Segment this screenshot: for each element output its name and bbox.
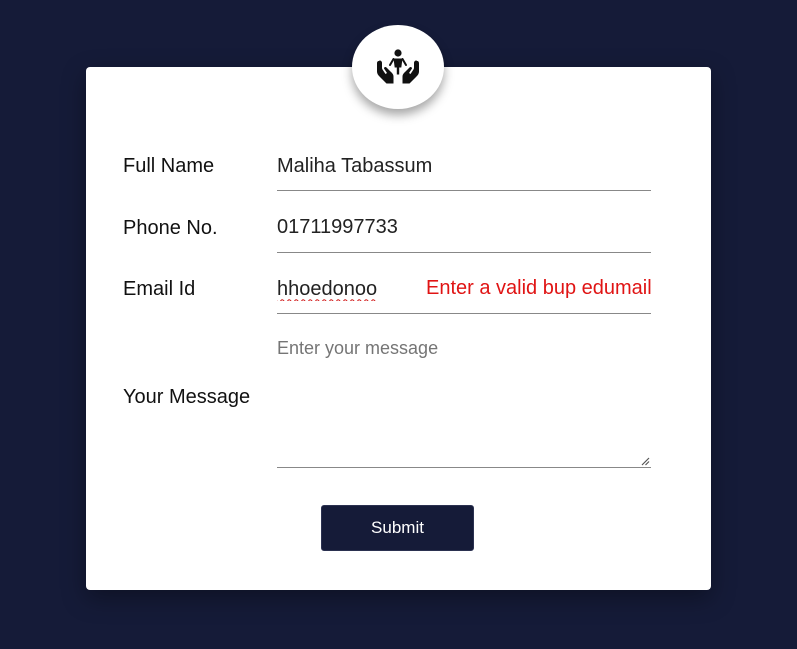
logo-badge <box>352 25 444 109</box>
hands-holding-child-icon <box>377 49 419 84</box>
full-name-input[interactable] <box>277 152 651 180</box>
email-error-message: Enter a valid bup edumail <box>426 277 652 299</box>
email-input[interactable] <box>277 275 417 303</box>
resize-grip-icon[interactable] <box>640 456 650 466</box>
phone-input[interactable] <box>277 213 651 241</box>
full-name-label: Full Name <box>123 155 215 177</box>
email-label: Email Id <box>123 278 196 300</box>
message-field-wrapper <box>277 338 651 468</box>
phone-label: Phone No. <box>123 217 218 239</box>
message-label: Your Message <box>123 386 251 408</box>
message-textarea[interactable] <box>277 338 647 464</box>
phone-field-wrapper <box>277 213 651 253</box>
submit-button[interactable]: Submit <box>321 505 474 551</box>
full-name-field-wrapper <box>277 152 651 191</box>
